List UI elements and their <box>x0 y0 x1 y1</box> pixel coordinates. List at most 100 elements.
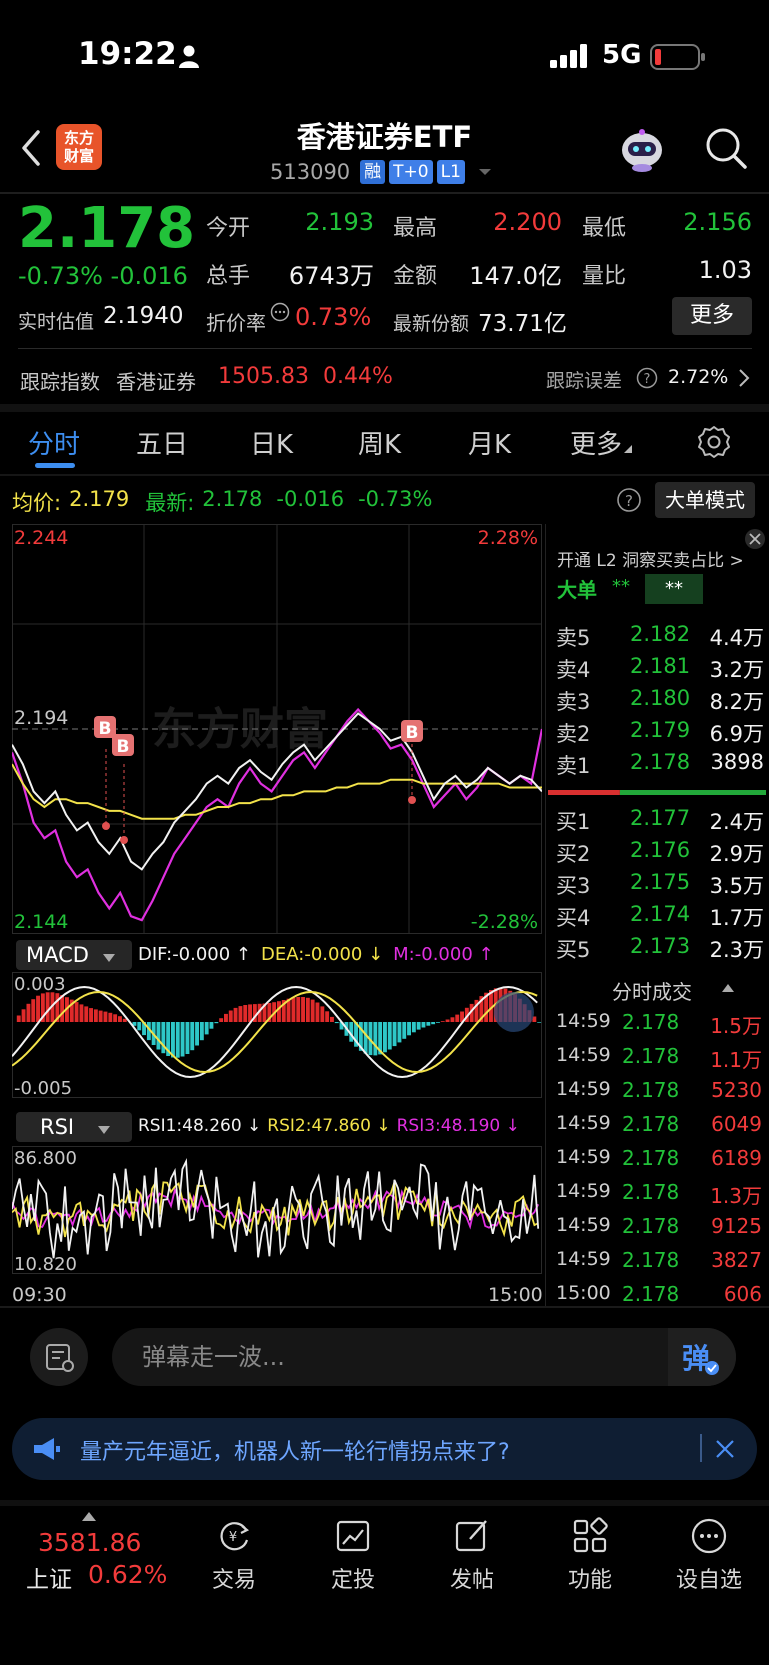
macd-bar <box>248 1004 252 1022</box>
macd-bar <box>373 1022 378 1056</box>
macd-bar <box>175 1022 180 1058</box>
news-banner-text[interactable]: 量产元年逼近，机器人新一轮行情拐点来了? <box>80 1434 510 1466</box>
macd-bar <box>440 1021 445 1022</box>
edit-icon <box>455 1520 487 1552</box>
open-value: 2.193 <box>305 208 374 236</box>
tag-l1: L1 <box>436 160 465 184</box>
tab-intraday[interactable]: 分时 <box>28 424 80 461</box>
macd-bar <box>26 1003 31 1022</box>
danmaku-send-button[interactable]: 弹 <box>668 1328 736 1386</box>
help-icon[interactable]: ? <box>636 367 658 389</box>
svg-text:¥: ¥ <box>229 1530 237 1545</box>
macd-bar <box>445 1019 450 1022</box>
tick-row: 14:59 2.178 1.3万 <box>556 1180 762 1208</box>
market-index-name[interactable]: 上证 <box>26 1560 72 1594</box>
tab-more[interactable]: 更多 <box>570 424 633 461</box>
macd-bar <box>334 1022 339 1024</box>
market-index-pct[interactable]: 0.62% <box>88 1560 167 1589</box>
caret-up-icon[interactable] <box>722 984 734 992</box>
tracking-index-value: 1505.83 <box>218 364 309 389</box>
search-icon[interactable] <box>704 126 748 170</box>
network-label: 5G <box>602 40 642 70</box>
amount-label: 金额 <box>393 264 438 289</box>
divider <box>0 474 769 476</box>
macd-chart[interactable]: 0.003 -0.005 <box>12 972 542 1098</box>
dropdown-caret-icon <box>98 1126 111 1134</box>
macd-bar <box>185 1022 190 1054</box>
danmaku-input[interactable]: 弹幕走一波... <box>112 1328 736 1386</box>
nav-trade-label: 交易 <box>211 1568 256 1593</box>
close-icon[interactable] <box>744 528 766 550</box>
rsi2: RSI2:47.860 ↓ <box>267 1116 391 1136</box>
bid-row: 买1 2.177 2.4万 <box>556 806 764 834</box>
macd-bar <box>363 1022 368 1054</box>
macd-bar <box>84 1006 89 1022</box>
ask-row: 卖1 2.178 3898 <box>556 750 764 778</box>
macd-bar <box>45 992 50 1022</box>
low-label: 最低 <box>582 216 627 241</box>
chevron-right-icon[interactable] <box>738 368 750 388</box>
macd-bar <box>180 1022 185 1057</box>
info-dots-icon[interactable] <box>270 302 290 322</box>
macd-bar <box>310 999 315 1022</box>
market-index-value[interactable]: 3581.86 <box>38 1528 141 1557</box>
macd-bar <box>60 995 65 1022</box>
tick-row: 15:00 2.178 606 <box>556 1282 762 1306</box>
rsi3: RSI3:48.190 ↓ <box>396 1116 520 1136</box>
robot-assistant-icon[interactable] <box>616 126 668 174</box>
macd-bar <box>421 1022 426 1028</box>
ratio-value: 1.03 <box>698 256 752 284</box>
low-value: 2.156 <box>683 208 752 236</box>
nav-functions[interactable]: 功能 <box>540 1516 640 1594</box>
big-order-mode-button[interactable]: 大单模式 <box>655 482 755 518</box>
tab-weekly-k[interactable]: 周K <box>358 424 401 461</box>
nav-post[interactable]: 发帖 <box>422 1516 522 1594</box>
tracking-index-label: 跟踪指数 <box>20 370 100 394</box>
macd-bar <box>325 1011 330 1022</box>
tab-monthly-k[interactable]: 月K <box>468 424 511 461</box>
gear-icon[interactable] <box>696 424 732 460</box>
macd-bar <box>407 1022 411 1036</box>
last-price: 2.178 <box>18 196 196 261</box>
big-order-masked-b: ** <box>645 574 703 604</box>
l2-upsell-link[interactable]: 开通 L2 洞察买卖占比 > <box>557 546 744 571</box>
more-button[interactable]: 更多 <box>672 297 752 335</box>
nav-trade[interactable]: ¥ 交易 <box>184 1516 284 1594</box>
dropdown-caret-icon[interactable] <box>477 167 493 177</box>
macd-bar <box>199 1022 204 1041</box>
rsi-chart[interactable]: 86.800 10.820 <box>12 1146 542 1274</box>
help-icon[interactable]: ? <box>616 487 642 513</box>
macd-bar <box>301 997 305 1022</box>
macd-bar <box>431 1022 436 1025</box>
tracking-error-value: 2.72% <box>668 366 729 388</box>
macd-bar <box>98 1010 103 1022</box>
time-sales-title[interactable]: 分时成交 <box>612 976 692 1005</box>
macd-bar <box>296 997 301 1022</box>
big-order-masked-a: ** <box>612 576 630 597</box>
nav-invest-plan[interactable]: 定投 <box>303 1516 403 1594</box>
close-icon[interactable] <box>714 1438 736 1460</box>
tracking-index-name[interactable]: 香港证券 <box>116 366 196 395</box>
rsi-indicator-select[interactable]: RSI <box>16 1112 132 1142</box>
tag-t0: T+0 <box>389 160 433 184</box>
tab-daily-k[interactable]: 日K <box>250 424 293 461</box>
change-value: -0.016 <box>276 487 345 511</box>
macd-indicator-select[interactable]: MACD <box>16 940 132 970</box>
macd-bar <box>315 1002 320 1022</box>
ask-row: 卖3 2.180 8.2万 <box>556 686 764 714</box>
svg-text:?: ? <box>625 492 633 510</box>
intraday-chart[interactable]: 东方财富 B B B 2.244 2.194 2.144 2.28% -2.28… <box>12 524 542 934</box>
divider <box>18 348 752 349</box>
danmaku-send-icon: 弹 <box>682 1342 719 1375</box>
danmaku-settings-button[interactable] <box>30 1328 88 1386</box>
rsi-y-top: 86.800 <box>14 1148 77 1169</box>
tab-five-day[interactable]: 五日 <box>136 424 188 461</box>
ask-row: 卖2 2.179 6.9万 <box>556 718 764 746</box>
nav-add-watchlist[interactable]: 设自选 <box>659 1516 759 1594</box>
macd-bar <box>402 1022 407 1039</box>
macd-bar <box>228 1010 233 1022</box>
person-icon <box>179 45 199 68</box>
ratio-label: 量比 <box>582 264 627 289</box>
macd-bar <box>108 1012 113 1022</box>
macd-bar <box>383 1022 387 1053</box>
